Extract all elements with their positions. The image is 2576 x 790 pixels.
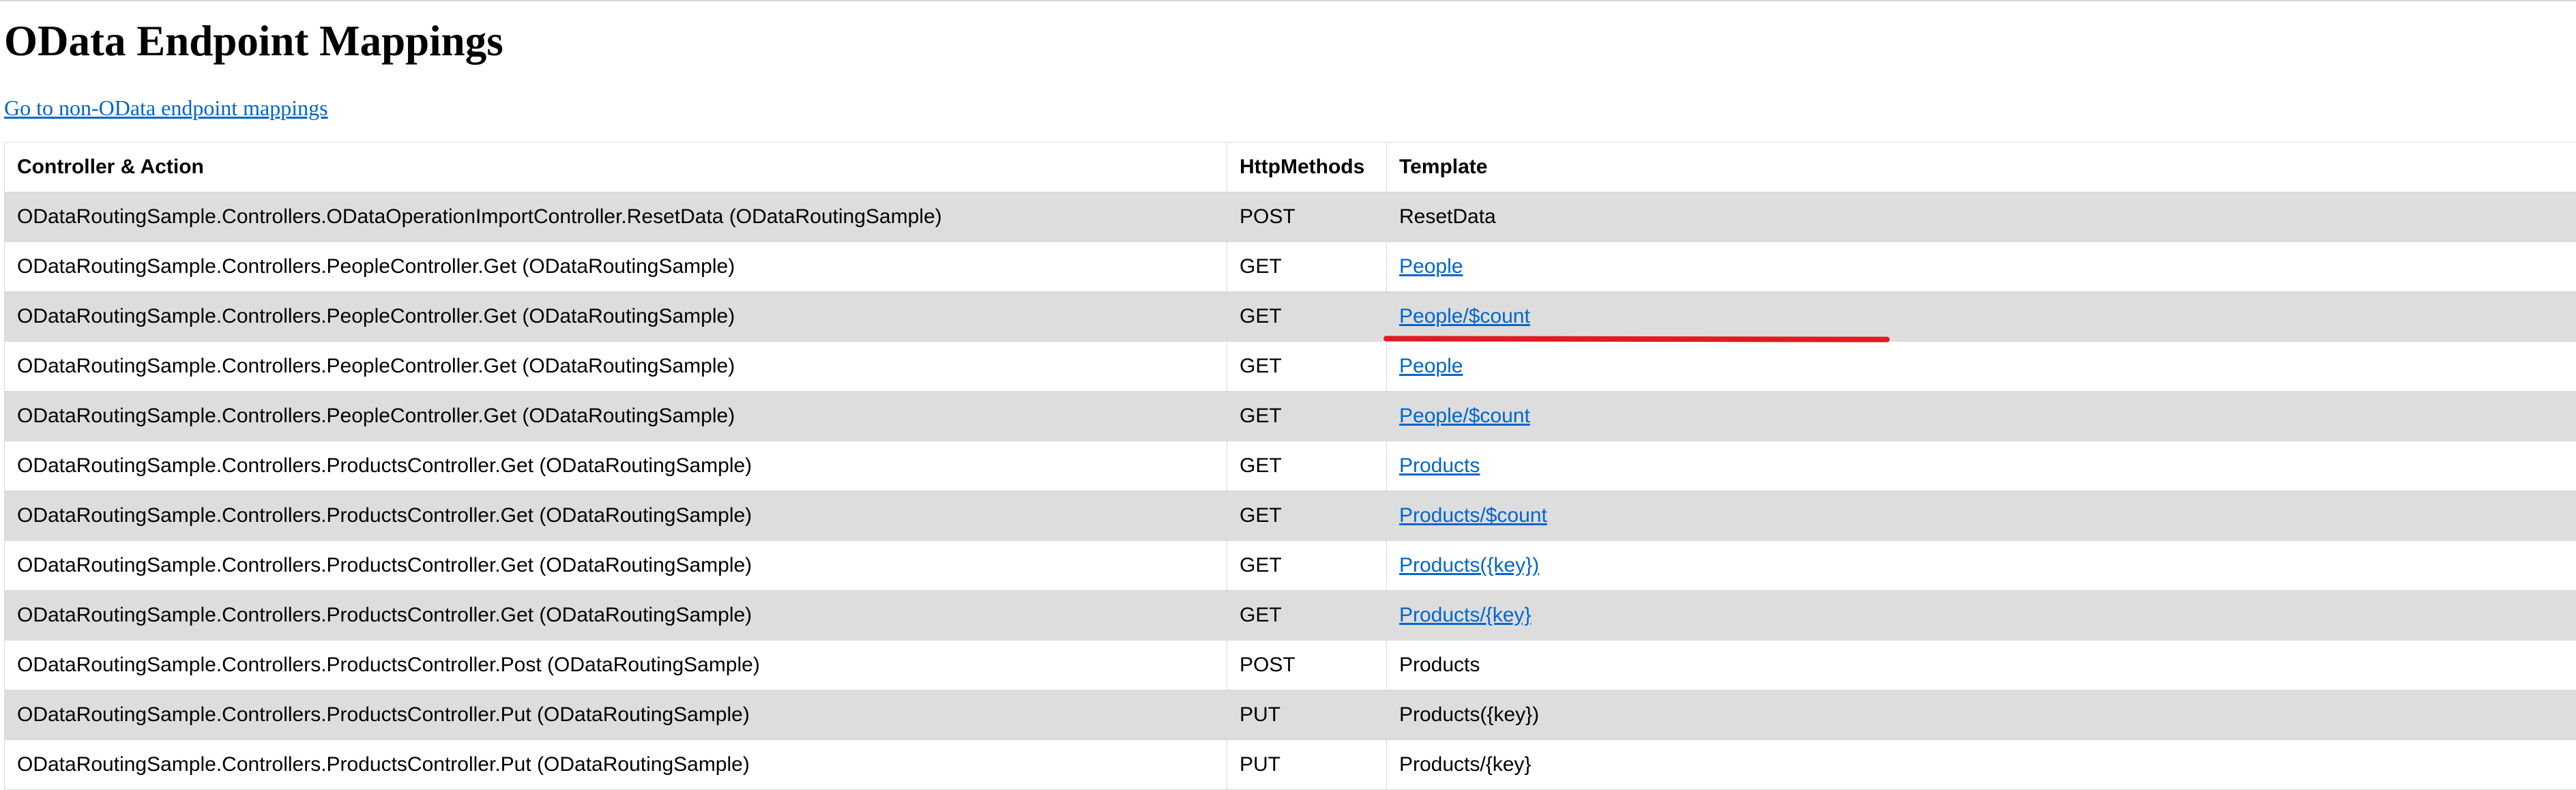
table-header-row: Controller & Action HttpMethods Template (5, 143, 2576, 192)
template-cell: Products/$count (1387, 491, 2576, 541)
http-method-cell: GET (1227, 441, 1387, 491)
template-cell: Products/{key} (1387, 740, 2576, 790)
controller-action-cell: ODataRoutingSample.Controllers.ProductsC… (5, 491, 1227, 541)
controller-action-cell: ODataRoutingSample.Controllers.PeopleCon… (5, 242, 1227, 292)
template-link[interactable]: People/$count (1399, 305, 1530, 327)
table-row: ODataRoutingSample.Controllers.ProductsC… (5, 740, 2576, 790)
controller-action-cell: ODataRoutingSample.Controllers.ProductsC… (5, 441, 1227, 491)
template-cell: Products (1387, 441, 2576, 491)
template-cell: People (1387, 242, 2576, 292)
table-row: ODataRoutingSample.Controllers.ProductsC… (5, 690, 2576, 740)
controller-action-cell: ODataRoutingSample.Controllers.ProductsC… (5, 591, 1227, 641)
table-row: ODataRoutingSample.Controllers.PeopleCon… (5, 242, 2576, 292)
table-row: ODataRoutingSample.Controllers.ODataOper… (5, 192, 2576, 242)
template-link[interactable]: Products (1399, 454, 1480, 477)
http-method-cell: GET (1227, 292, 1387, 342)
header-controller-action: Controller & Action (5, 143, 1227, 192)
table-row: ODataRoutingSample.Controllers.ProductsC… (5, 441, 2576, 491)
template-link[interactable]: People/$count (1399, 405, 1530, 427)
template-cell: People (1387, 342, 2576, 392)
controller-action-cell: ODataRoutingSample.Controllers.PeopleCon… (5, 342, 1227, 392)
template-link[interactable]: People (1399, 355, 1463, 377)
controller-action-cell: ODataRoutingSample.Controllers.ProductsC… (5, 690, 1227, 740)
template-cell: ResetData (1387, 192, 2576, 242)
table-row: ODataRoutingSample.Controllers.PeopleCon… (5, 392, 2576, 441)
controller-action-cell: ODataRoutingSample.Controllers.PeopleCon… (5, 392, 1227, 441)
http-method-cell: GET (1227, 541, 1387, 591)
red-underline-annotation (1384, 336, 1890, 342)
table-row: ODataRoutingSample.Controllers.ProductsC… (5, 491, 2576, 541)
page-title: OData Endpoint Mappings (4, 12, 503, 70)
table-row: ODataRoutingSample.Controllers.ProductsC… (5, 541, 2576, 591)
endpoint-mappings-table: Controller & Action HttpMethods Template… (4, 142, 2576, 790)
http-method-cell: GET (1227, 591, 1387, 641)
controller-action-cell: ODataRoutingSample.Controllers.ProductsC… (5, 641, 1227, 690)
http-method-cell: POST (1227, 641, 1387, 690)
non-odata-mappings-link[interactable]: Go to non-OData endpoint mappings (4, 94, 328, 121)
template-cell: Products({key}) (1387, 690, 2576, 740)
table-row: ODataRoutingSample.Controllers.PeopleCon… (5, 292, 2576, 342)
template-cell: Products/{key} (1387, 591, 2576, 641)
controller-action-cell: ODataRoutingSample.Controllers.ProductsC… (5, 740, 1227, 790)
http-method-cell: GET (1227, 392, 1387, 441)
template-cell: People/$count (1387, 292, 2576, 342)
header-http-methods: HttpMethods (1227, 143, 1387, 192)
http-method-cell: GET (1227, 342, 1387, 392)
template-cell: People/$count (1387, 392, 2576, 441)
table-row: ODataRoutingSample.Controllers.ProductsC… (5, 641, 2576, 690)
template-link[interactable]: Products({key}) (1399, 554, 1539, 576)
http-method-cell: GET (1227, 491, 1387, 541)
controller-action-cell: ODataRoutingSample.Controllers.PeopleCon… (5, 292, 1227, 342)
table-row: ODataRoutingSample.Controllers.PeopleCon… (5, 342, 2576, 392)
template-cell: Products({key}) (1387, 541, 2576, 591)
header-template: Template (1387, 143, 2576, 192)
http-method-cell: PUT (1227, 740, 1387, 790)
table-row: ODataRoutingSample.Controllers.ProductsC… (5, 591, 2576, 641)
http-method-cell: GET (1227, 242, 1387, 292)
http-method-cell: PUT (1227, 690, 1387, 740)
template-link[interactable]: Products/{key} (1399, 604, 1531, 626)
controller-action-cell: ODataRoutingSample.Controllers.ODataOper… (5, 192, 1227, 242)
template-cell: Products (1387, 641, 2576, 690)
http-method-cell: POST (1227, 192, 1387, 242)
controller-action-cell: ODataRoutingSample.Controllers.ProductsC… (5, 541, 1227, 591)
template-link[interactable]: Products/$count (1399, 504, 1547, 527)
template-link[interactable]: People (1399, 255, 1463, 278)
top-border (0, 0, 2576, 1)
